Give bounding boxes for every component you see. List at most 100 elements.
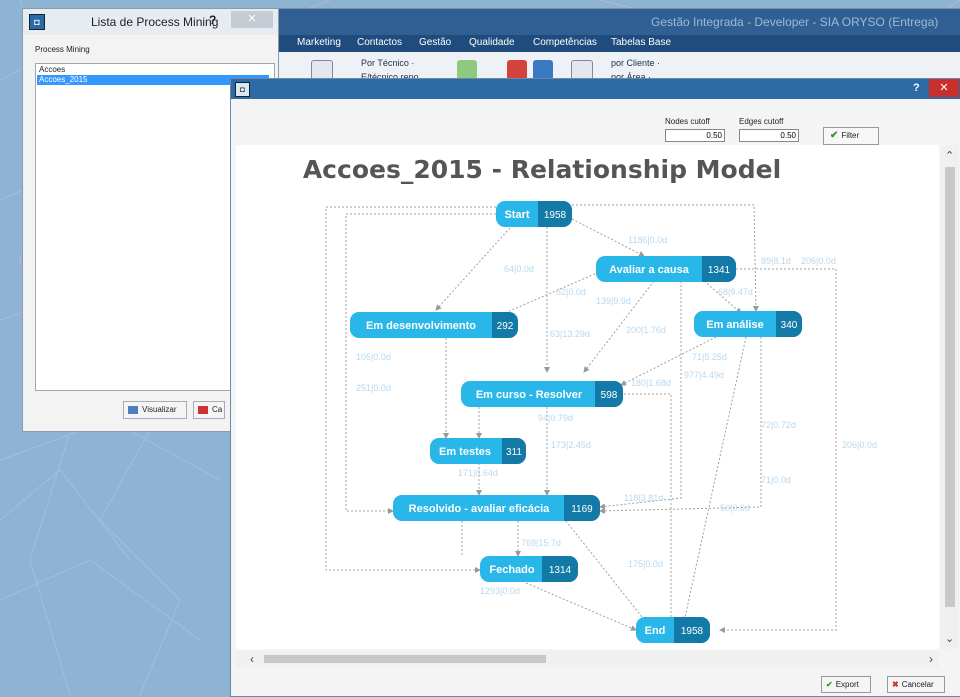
ribbon-por-tecnico[interactable]: Por Técnico · bbox=[361, 58, 414, 68]
cancelar-button[interactable]: Ca bbox=[193, 401, 225, 419]
edge-label: 180|1.68d bbox=[631, 378, 671, 388]
menu-item-qualidade[interactable]: Qualidade bbox=[469, 37, 515, 48]
check-icon: ✔ bbox=[830, 130, 839, 141]
node-end[interactable]: End 1958 bbox=[636, 617, 710, 643]
diagram-canvas: Accoes_2015 - Relationship Model 1186|0.… bbox=[236, 145, 939, 649]
edge-label: 71|5.25d bbox=[692, 352, 727, 362]
diagram-window-title-bar: ◘ ? ✕ bbox=[231, 79, 960, 99]
node-label: Em testes bbox=[439, 446, 491, 458]
menu-item-gestao[interactable]: Gestão bbox=[419, 37, 451, 48]
node-avaliar-a-causa[interactable]: Avaliar a causa 1341 bbox=[596, 256, 736, 282]
edge-label: 62|0.0d bbox=[556, 287, 586, 297]
node-count: 1958 bbox=[681, 626, 704, 637]
chevron-left-icon[interactable]: ‹ bbox=[250, 652, 254, 666]
edges-cutoff-input[interactable] bbox=[739, 129, 799, 142]
database-icon[interactable] bbox=[533, 60, 553, 80]
menu-bar: Marketing Contactos Gestão Qualidade Com… bbox=[271, 35, 960, 52]
pin-icon[interactable] bbox=[507, 60, 527, 80]
node-count: 1314 bbox=[549, 565, 572, 576]
edge-label: 1293|0.0d bbox=[480, 586, 520, 596]
ribbon-por-cliente[interactable]: por Cliente · bbox=[611, 58, 660, 68]
edge-start-resolvido bbox=[345, 213, 500, 514]
app-title-bar: Gestão Integrada - Developer - SIA ORYSO… bbox=[271, 9, 960, 35]
edges bbox=[325, 204, 837, 633]
horizontal-scrollbar[interactable]: ‹ › bbox=[236, 651, 939, 667]
scroll-thumb[interactable] bbox=[264, 655, 546, 663]
menu-item-contactos[interactable]: Contactos bbox=[357, 37, 402, 48]
edge-label: 94|0.79d bbox=[538, 413, 573, 423]
edge-label: 64|0.0d bbox=[504, 264, 534, 274]
app-icon: ◘ bbox=[235, 82, 250, 97]
node-label: Start bbox=[504, 209, 529, 221]
node-label: Em curso - Resolver bbox=[476, 389, 583, 401]
diagram-title: Accoes_2015 - Relationship Model bbox=[303, 155, 781, 184]
node-label: Resolvido - avaliar eficácia bbox=[409, 503, 551, 515]
node-count: 1341 bbox=[708, 265, 731, 276]
check-icon: ✔ bbox=[826, 680, 833, 689]
edge-avaliar-analise bbox=[703, 280, 742, 314]
edge-label: 139|9.9d bbox=[596, 296, 631, 306]
close-button[interactable]: ✕ bbox=[929, 79, 959, 97]
edge-label: 206|0.0d bbox=[842, 440, 877, 450]
edge-label: 206|0.0d bbox=[801, 256, 836, 266]
cancel-icon bbox=[198, 405, 208, 414]
edge-label: 173|2.45d bbox=[551, 440, 591, 450]
scroll-thumb[interactable] bbox=[945, 167, 955, 607]
app-icon: ◘ bbox=[29, 14, 45, 30]
edge-label: 105|0.0d bbox=[356, 352, 391, 362]
export-button[interactable]: ✔ Export bbox=[821, 676, 871, 693]
chart-icon[interactable] bbox=[457, 60, 477, 80]
menu-item-competencias[interactable]: Competências bbox=[533, 37, 597, 48]
nodes-cutoff-input[interactable] bbox=[665, 129, 725, 142]
edge-label: 977|4.49d bbox=[684, 370, 724, 380]
cancelar-button[interactable]: ✖ Cancelar bbox=[887, 676, 945, 693]
node-count: 340 bbox=[781, 320, 798, 331]
edge-curso-end bbox=[624, 393, 674, 623]
node-count: 1169 bbox=[571, 504, 593, 515]
node-em-desenvolvimento[interactable]: Em desenvolvimento 292 bbox=[350, 312, 518, 338]
node-em-analise[interactable]: Em análise 340 bbox=[694, 311, 802, 337]
edge-analise-resolvido bbox=[599, 337, 762, 514]
menu-item-marketing[interactable]: Marketing bbox=[297, 37, 341, 48]
edge-label: 50|0.0d bbox=[720, 503, 750, 513]
edge-label: 200|1.76d bbox=[626, 325, 666, 335]
view-icon bbox=[128, 405, 138, 414]
edge-label: 89|8.1d bbox=[761, 256, 791, 266]
edge-label: 63|13.29d bbox=[550, 329, 590, 339]
filter-label: Filter bbox=[841, 131, 860, 140]
node-label: Fechado bbox=[489, 564, 535, 576]
chevron-up-icon[interactable]: ⌃ bbox=[945, 149, 954, 162]
node-label: Em desenvolvimento bbox=[366, 320, 476, 332]
edge-label: 251|0.0d bbox=[356, 383, 391, 393]
node-count: 311 bbox=[506, 447, 522, 458]
node-count: 1958 bbox=[544, 210, 567, 221]
node-count: 598 bbox=[601, 390, 618, 401]
node-start[interactable]: Start 1958 bbox=[496, 201, 572, 227]
list-window-title: Lista de Process Mining bbox=[91, 15, 219, 29]
node-resolvido-avaliar-eficacia[interactable]: Resolvido - avaliar eficácia 1169 bbox=[393, 495, 600, 521]
nodes-cutoff-label: Nodes cutoff bbox=[665, 117, 710, 126]
filter-button[interactable]: ✔ Filter bbox=[823, 127, 879, 145]
help-icon[interactable]: ? bbox=[209, 13, 216, 27]
edge-label: 769|15.7d bbox=[521, 538, 561, 548]
help-icon[interactable]: ? bbox=[913, 82, 920, 94]
list-item[interactable]: Accoes bbox=[37, 65, 269, 75]
process-mining-label: Process Mining bbox=[35, 45, 90, 54]
node-em-testes[interactable]: Em testes 311 bbox=[430, 438, 526, 464]
cancel-icon: ✖ bbox=[892, 680, 899, 689]
edge-label: 175|0.0d bbox=[628, 559, 663, 569]
edge-label: 71|0.0d bbox=[761, 475, 791, 485]
chevron-right-icon[interactable]: › bbox=[929, 652, 933, 666]
node-em-curso-resolver[interactable]: Em curso - Resolver 598 bbox=[461, 381, 623, 407]
chevron-down-icon[interactable]: ⌄ bbox=[945, 632, 954, 645]
node-fechado[interactable]: Fechado 1314 bbox=[480, 556, 578, 582]
edge-resolvido-fechado bbox=[461, 521, 518, 556]
visualizar-label: Visualizar bbox=[142, 405, 177, 414]
vertical-scrollbar[interactable]: ⌃ ⌄ bbox=[941, 145, 959, 649]
visualizar-button[interactable]: Visualizar bbox=[123, 401, 187, 419]
list-window-title-bar: ◘ Lista de Process Mining ? ✕ bbox=[23, 9, 278, 35]
close-button[interactable]: ✕ bbox=[231, 11, 273, 28]
node-label: End bbox=[645, 625, 666, 637]
menu-item-tabelas-base[interactable]: Tabelas Base bbox=[611, 37, 671, 48]
node-label: Em análise bbox=[706, 319, 763, 331]
